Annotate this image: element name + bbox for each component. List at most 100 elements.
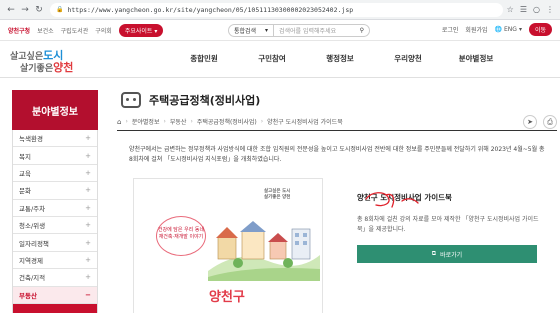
cover-logo: 살고싶은 도시 살기좋은 양천 — [264, 189, 290, 201]
address-bar[interactable]: 🔒 https://www.yangcheon.go.kr/site/yangc… — [50, 2, 503, 17]
minus-icon: − — [85, 290, 91, 299]
sidebar-item-cleaning[interactable]: 청소/위생 + — [13, 216, 97, 235]
breadcrumb-item[interactable]: 부동산 — [170, 117, 187, 126]
sidebar-item-real-estate[interactable]: 부동산 − — [13, 286, 97, 304]
intro-text: 양천구에서는 급변하는 정부정책과 사업방식에 대한 조합 임직원의 전문성을 … — [129, 146, 545, 163]
cover-bubble: 건강에 담은 우리 동네 재건축·재개발 이야기 — [156, 216, 206, 256]
star-icon[interactable]: ☆ — [507, 5, 514, 14]
plus-icon: + — [85, 221, 91, 230]
guide-description: 총 8회차에 걸친 강의 자료를 모아 제작한 「양천구 도시정비사업 가이드북… — [357, 216, 539, 233]
browser-toolbar: ← → ↻ 🔒 https://www.yangcheon.go.kr/site… — [0, 0, 560, 20]
view-guidebook-button[interactable]: ⧉ 바로가기 — [357, 245, 537, 263]
profile-icon[interactable]: ○ — [533, 5, 540, 14]
cover-logo-line2: 살기좋은 양천 — [264, 195, 291, 200]
sidebar-item-label: 교육 — [19, 169, 31, 178]
breadcrumb-item[interactable]: 분야별정보 — [132, 117, 160, 126]
login-link[interactable]: 로그인 — [442, 25, 459, 34]
sidebar-item-label: 복지 — [19, 152, 31, 161]
sidebar-item-jobs[interactable]: 일자리정책 + — [13, 234, 97, 252]
cover-title: 양천구 — [209, 290, 245, 305]
sidebar-item-culture[interactable]: 문화 + — [13, 182, 97, 200]
sidebar-item-green-env[interactable]: 녹색환경 + — [13, 130, 97, 148]
sidebar-item-label: 청소/위생 — [19, 222, 46, 231]
share-icon[interactable]: ➤ — [523, 115, 537, 129]
red-annotation-scribble — [365, 192, 419, 208]
gnb-field-info[interactable]: 분야별정보 — [442, 53, 510, 64]
search-placeholder: 검색어를 입력해주세요 — [279, 28, 337, 35]
logo-text-2: 살기좋은 — [20, 64, 54, 74]
sidebar-item-economy[interactable]: 지역경제 + — [13, 251, 97, 270]
sidebar-item-label: 교통/주차 — [19, 204, 46, 213]
search-input[interactable]: 검색어를 입력해주세요 ⚲ — [274, 24, 370, 37]
page-title: 주택공급정책(정비사업) — [149, 94, 261, 107]
houses-illustration — [208, 221, 320, 281]
sidebar-item-education[interactable]: 교육 + — [13, 164, 97, 183]
search-type-label: 통합검색 — [234, 28, 257, 35]
util-link-council[interactable]: 구의회 — [95, 26, 112, 35]
forward-icon[interactable]: → — [18, 3, 32, 17]
main-sites-label: 주요사이트 — [124, 28, 153, 35]
plus-icon: + — [85, 273, 91, 282]
search-type-select[interactable]: 통합검색 ▾ — [228, 24, 274, 37]
language-select[interactable]: 🌐 ENG ▾ — [495, 26, 522, 33]
plus-icon: + — [85, 151, 91, 160]
chevron-down-icon: ▾ — [518, 26, 522, 33]
sidebar-title: 분야별정보 — [12, 90, 98, 130]
global-nav: 종합민원 구민참여 행정정보 우리양천 분야별정보 — [170, 53, 510, 64]
plus-icon: + — [85, 238, 91, 247]
gnb-our-yangcheon[interactable]: 우리양천 — [374, 53, 442, 64]
gnb-participation[interactable]: 구민참여 — [238, 53, 306, 64]
sidebar-item-label: 문화 — [19, 187, 31, 196]
chevron-down-icon: ▾ — [154, 28, 158, 35]
main-sites-button[interactable]: 주요사이트 ▾ — [118, 24, 164, 37]
gnb-civil-service[interactable]: 종합민원 — [170, 53, 238, 64]
sidebar-item-label: 지역경제 — [19, 256, 43, 265]
url-text: https://www.yangcheon.go.kr/site/yangche… — [67, 5, 354, 14]
globe-icon: 🌐 — [494, 26, 502, 33]
view-guidebook-label: 바로가기 — [440, 251, 463, 259]
sidebar-item-building[interactable]: 건축/지적 + — [13, 269, 97, 287]
sidebar-item-label: 녹색환경 — [19, 135, 43, 144]
reload-icon[interactable]: ↻ — [32, 3, 46, 17]
window-icon: ⧉ — [431, 250, 437, 257]
util-link-yangcheon[interactable]: 양천구청 — [8, 26, 30, 35]
util-link-library[interactable]: 구립도서관 — [61, 26, 89, 35]
sidebar-item-label: 건축/지적 — [19, 274, 46, 283]
utility-bar: 양천구청 보건소 구립도서관 구의회 주요사이트 ▾ 통합검색 ▾ 검색어를 입… — [0, 20, 560, 41]
logo-emph-2: 양천 — [53, 61, 74, 74]
back-icon[interactable]: ← — [4, 3, 18, 17]
sidebar-item-label: 부동산 — [19, 291, 37, 300]
sidebar-item-label: 일자리정책 — [19, 239, 49, 248]
language-label: ENG — [504, 26, 517, 33]
extensions-icon[interactable]: ☰ — [520, 5, 527, 14]
search-area: 통합검색 ▾ 검색어를 입력해주세요 ⚲ — [228, 24, 370, 37]
lock-icon: 🔒 — [56, 6, 64, 13]
sidebar-list: 녹색환경 + 복지 + 교육 + 문화 + 교통/주차 + 청소/위생 + 일자리정책 + 지… — [12, 130, 98, 313]
print-icon[interactable]: ⎙ — [543, 115, 557, 129]
util-link-health[interactable]: 보건소 — [37, 26, 54, 35]
sidebar-item-welfare[interactable]: 복지 + — [13, 147, 97, 165]
site-logo[interactable]: 살고싶은도시 살기좋은양천 — [10, 45, 100, 74]
breadcrumb: ⌂ › 분야별정보 › 부동산 › 주택공급정책(정비사업) › 양천구 도시정… — [117, 113, 557, 131]
site-header: 살고싶은도시 살기좋은양천 종합민원 구민참여 행정정보 우리양천 분야별정보 — [0, 41, 560, 78]
plus-icon: + — [85, 134, 91, 143]
breadcrumb-item[interactable]: 양천구 도시정비사업 가이드북 — [267, 117, 343, 126]
breadcrumb-item[interactable]: 주택공급정책(정비사업) — [197, 117, 257, 126]
sidebar-submenu — [13, 303, 97, 313]
chevron-down-icon: ▾ — [264, 27, 268, 34]
search-icon[interactable]: ⚲ — [360, 27, 364, 34]
main-content: 주택공급정책(정비사업) ⌂ › 분야별정보 › 부동산 › 주택공급정책(정비… — [117, 88, 557, 313]
plus-icon: + — [85, 186, 91, 195]
sidebar-item-traffic[interactable]: 교통/주차 + — [13, 199, 97, 217]
gnb-admin-info[interactable]: 행정정보 — [306, 53, 374, 64]
join-link[interactable]: 회원가입 — [465, 25, 487, 34]
plus-icon: + — [85, 255, 91, 264]
move-button[interactable]: 이동 — [528, 23, 552, 36]
robot-icon — [121, 92, 141, 108]
plus-icon: + — [85, 203, 91, 212]
guidebook-cover: 살고싶은 도시 살기좋은 양천 건강에 담은 우리 동네 재건축·재개발 이야기… — [133, 178, 323, 313]
menu-icon[interactable]: ⋮ — [546, 5, 554, 14]
plus-icon: + — [85, 168, 91, 177]
sidebar: 분야별정보 녹색환경 + 복지 + 교육 + 문화 + 교통/주차 + 청소/위생 + 일자… — [12, 90, 98, 313]
home-icon[interactable]: ⌂ — [117, 118, 121, 126]
